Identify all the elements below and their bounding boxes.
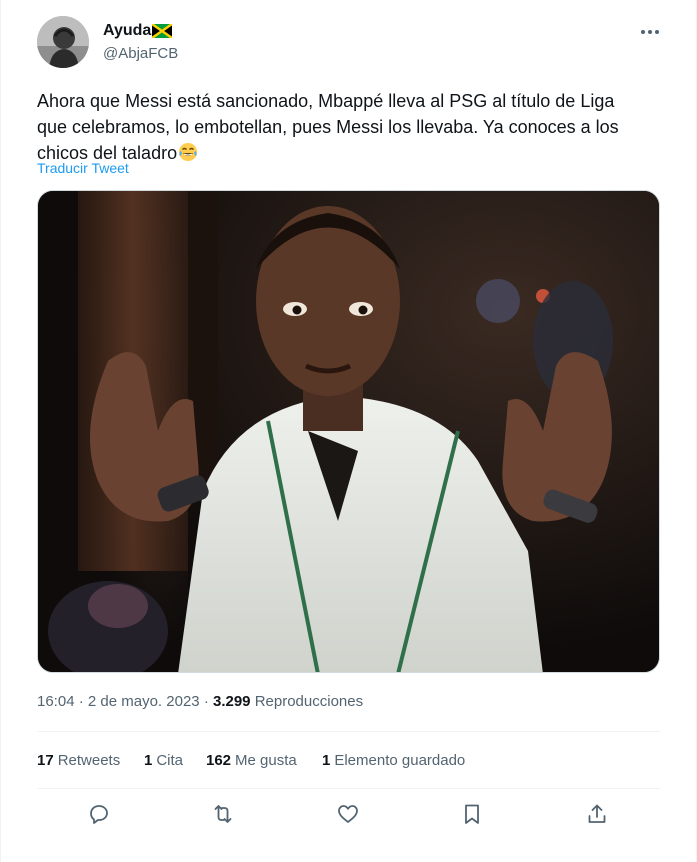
- tweet-actions: [37, 800, 660, 834]
- tweet-text-line: que celebramos, lo embotellan, pues Mess…: [37, 117, 619, 137]
- quotes-stat[interactable]: 1 Cita: [144, 752, 183, 769]
- like-button[interactable]: [336, 802, 362, 828]
- tweet-time[interactable]: 16:04: [37, 693, 75, 710]
- reply-button[interactable]: [87, 802, 113, 828]
- views-label: Reproducciones: [254, 693, 364, 710]
- likes-count: 162: [206, 752, 232, 769]
- tweet-text: Ahora que Messi está sancionado, Mbappé …: [37, 88, 667, 166]
- more-dot-icon: [648, 30, 652, 34]
- tears-of-joy-emoji-icon: [178, 142, 198, 162]
- retweets-stat[interactable]: 17 Retweets: [37, 752, 120, 769]
- divider: [37, 731, 660, 732]
- jamaica-flag-icon: [151, 23, 174, 39]
- bookmark-button[interactable]: [460, 802, 486, 828]
- author-handle[interactable]: @AbjaFCB: [103, 45, 178, 62]
- translate-tweet-link[interactable]: Traducir Tweet: [37, 160, 129, 176]
- heart-icon: [336, 802, 362, 826]
- bookmarks-stat[interactable]: 1 Elemento guardado: [322, 752, 465, 769]
- divider: [37, 788, 660, 789]
- quotes-label: Cita: [156, 752, 184, 769]
- author-name-text[interactable]: Ayuda: [103, 22, 151, 40]
- meta-separator: ·: [78, 693, 84, 710]
- tweet-card: Ayuda @AbjaFCB Ahora que Messi está sanc…: [0, 0, 697, 862]
- share-button[interactable]: [585, 802, 611, 828]
- likes-stat[interactable]: 162 Me gusta: [206, 752, 297, 769]
- retweet-icon: [211, 802, 237, 826]
- share-icon: [585, 802, 611, 826]
- tweet-photo[interactable]: [37, 190, 660, 673]
- author-display-name[interactable]: Ayuda: [103, 22, 174, 40]
- retweet-button[interactable]: [211, 802, 237, 828]
- retweets-label: Retweets: [57, 752, 121, 769]
- bookmark-icon: [460, 802, 486, 826]
- tweet-date[interactable]: 2 de mayo. 2023: [88, 693, 200, 710]
- bookmarks-count: 1: [322, 752, 331, 769]
- quotes-count: 1: [144, 752, 153, 769]
- more-dot-icon: [641, 30, 645, 34]
- more-options-button[interactable]: [637, 22, 663, 42]
- views-count: 3.299: [212, 693, 251, 710]
- likes-label: Me gusta: [235, 752, 297, 769]
- tweet-text-line-last: chicos del taladro: [37, 140, 667, 166]
- retweets-count: 17: [37, 752, 54, 769]
- bookmarks-label: Elemento guardado: [334, 752, 466, 769]
- reply-icon: [87, 802, 113, 826]
- meta-separator: ·: [203, 693, 209, 710]
- tweet-meta: 16:04 · 2 de mayo. 2023 · 3.299 Reproduc…: [37, 693, 363, 710]
- tweet-text-line: Ahora que Messi está sancionado, Mbappé …: [37, 91, 615, 111]
- avatar[interactable]: [37, 16, 89, 68]
- more-dot-icon: [655, 30, 659, 34]
